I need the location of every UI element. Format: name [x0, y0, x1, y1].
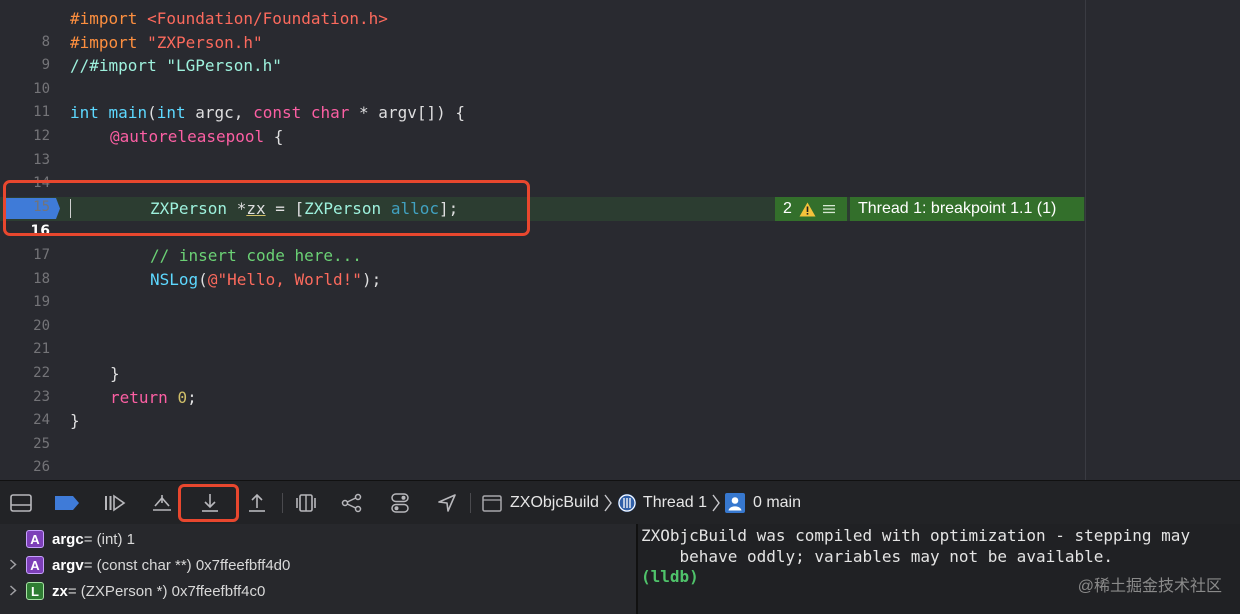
text-cursor [70, 199, 71, 218]
code-line: 12 int main(int argc, const char * argv[… [0, 101, 1240, 144]
variable-name: argc [52, 530, 84, 548]
step-into-button[interactable] [195, 488, 225, 518]
code-line: 11 [0, 78, 1240, 120]
location-arrow-icon [438, 494, 456, 512]
step-over-button[interactable] [147, 488, 177, 518]
breadcrumb-frame[interactable]: 0 main [753, 494, 801, 512]
toolbar-separator [282, 493, 283, 513]
issue-count: 2 [783, 200, 792, 217]
code-line: 14 [0, 149, 1240, 191]
toggles-icon [391, 493, 409, 513]
variable-name: argv [52, 556, 84, 574]
lldb-prompt[interactable]: (lldb) [641, 567, 699, 588]
watermark: @稀土掘金技术社区 [1077, 578, 1222, 595]
app-target-icon [482, 494, 502, 512]
code-line: 20 [0, 291, 1240, 334]
memory-graph-icon [341, 493, 362, 513]
code-line: 24 return 0; [0, 386, 1240, 429]
disclosure-triangle-icon[interactable] [0, 558, 26, 573]
code-line: 21 [0, 315, 1240, 357]
continue-icon [105, 494, 126, 512]
simulate-location-button[interactable] [432, 488, 462, 518]
breakpoints-toggle-button[interactable] [52, 488, 82, 518]
issue-badge[interactable]: 2 [775, 197, 847, 221]
code-line: 19 NSLog(@"Hello, World!"); [0, 268, 1240, 311]
variable-value: = (const char **) 0x7ffeefbff4d0 [83, 556, 291, 574]
variable-zx[interactable]: zx [246, 199, 265, 218]
step-out-button[interactable] [242, 488, 272, 518]
code-line: 17 [0, 220, 1240, 263]
step-over-icon [153, 495, 171, 511]
code-editor[interactable]: 8 #import <Foundation/Foundation.h> 9 #i… [0, 0, 1240, 480]
code-line: 9 #import "ZXPerson.h" [0, 31, 1240, 74]
panel-toggle-icon [10, 494, 32, 512]
console-output-line: ZXObjcBuild was compiled with optimizati… [641, 526, 1191, 545]
environment-overrides-button[interactable] [385, 488, 415, 518]
thread-icon [617, 494, 636, 512]
code-line: 8 #import <Foundation/Foundation.h> [0, 7, 1240, 50]
breadcrumb: ZXObjcBuild Thread 1 0 main [482, 481, 801, 525]
variable-row[interactable]: A argv = (const char **) 0x7ffeefbff4d0 [0, 552, 636, 578]
stack-frame-icon [724, 493, 745, 513]
variable-row[interactable]: A argc = (int) 1 [0, 526, 636, 552]
warning-icon [799, 202, 816, 216]
view-debugger-icon [296, 494, 316, 512]
chevron-right-icon [712, 494, 720, 512]
breakpoint-icon [55, 496, 79, 510]
variable-row[interactable]: L zx = (ZXPerson *) 0x7ffeefbff4c0 [0, 578, 636, 604]
variable-name: zx [52, 582, 68, 600]
step-into-icon [202, 494, 218, 512]
code-line: 23 } [0, 362, 1240, 405]
lldb-console[interactable]: ZXObjcBuild was compiled with optimizati… [638, 524, 1240, 614]
variable-value: = (int) 1 [83, 530, 135, 548]
argument-badge-icon: A [26, 530, 44, 548]
step-out-icon [249, 493, 265, 512]
code-line: 13 @autoreleasepool { [0, 125, 1240, 168]
local-badge-icon: L [26, 582, 44, 600]
argument-badge-icon: A [26, 556, 44, 574]
variables-view[interactable]: A argc = (int) 1 A argv = (const char **… [0, 524, 636, 614]
view-hierarchy-button[interactable] [291, 488, 321, 518]
memory-graph-button[interactable] [337, 488, 367, 518]
code-line: 25 } [0, 409, 1240, 452]
breadcrumb-thread[interactable]: Thread 1 [643, 494, 707, 512]
breadcrumb-target[interactable]: ZXObjcBuild [510, 494, 599, 512]
disclosure-triangle-icon[interactable] [0, 584, 26, 599]
code-line: 22 [0, 338, 1240, 381]
code-line: 26 [0, 433, 1240, 475]
continue-button[interactable] [100, 488, 130, 518]
breakpoint-banner[interactable]: Thread 1: breakpoint 1.1 (1) [850, 197, 1084, 221]
chevron-right-icon [604, 494, 612, 512]
variable-value: = (ZXPerson *) 0x7ffeefbff4c0 [67, 582, 266, 600]
console-output-line: behave oddly; variables may not be avail… [641, 546, 1114, 566]
code-line: 10 //#import "LGPerson.h" [0, 54, 1240, 97]
code-line: 18 // insert code here... [0, 244, 1240, 287]
line-number[interactable]: 26 [0, 456, 50, 480]
toolbar-separator [470, 493, 471, 513]
debug-bar: ZXObjcBuild Thread 1 0 main [0, 480, 1240, 524]
list-icon [822, 205, 835, 214]
hide-debug-area-button[interactable] [6, 488, 36, 518]
code-line: 15 [0, 172, 1240, 215]
